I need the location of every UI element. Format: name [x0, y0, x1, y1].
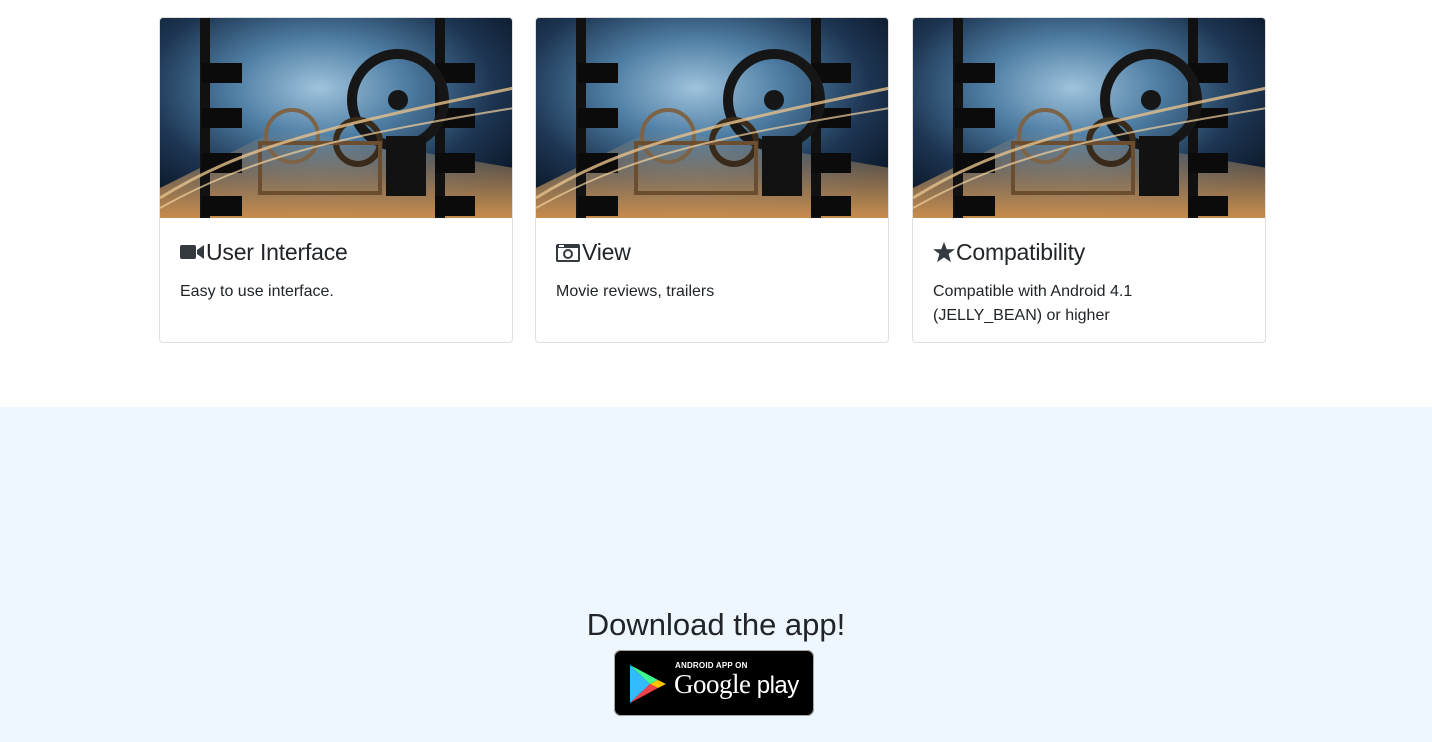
card-body: Compatibility Compatible with Android 4.… [913, 218, 1265, 342]
card-text: Easy to use interface. [180, 283, 334, 300]
card-title: View [556, 238, 868, 266]
card-text: Movie reviews, trailers [556, 283, 715, 300]
badge-google-text: Google [674, 669, 751, 699]
card-body: View Movie reviews, trailers [536, 218, 888, 324]
card-body: User Interface Easy to use interface. [160, 218, 512, 324]
film-projector-image [536, 18, 888, 218]
card-title-text: View [582, 239, 631, 265]
feature-card-user-interface: User Interface Easy to use interface. [159, 17, 513, 343]
badge-brand-text: Google play [674, 669, 799, 700]
card-title-text: Compatibility [956, 239, 1086, 265]
features-section: User Interface Easy to use interface. Vi… [0, 0, 1432, 407]
feature-card-compatibility: Compatibility Compatible with Android 4.… [912, 17, 1266, 343]
feature-card-view: View Movie reviews, trailers [535, 17, 889, 343]
card-text: Compatible with Android 4.1 (JELLY_BEAN)… [933, 283, 1133, 324]
card-title-text: User Interface [206, 239, 348, 265]
video-camera-icon [180, 240, 206, 264]
google-play-badge-button[interactable]: ANDROID APP ON Google play [614, 650, 814, 716]
film-projector-image [913, 18, 1265, 218]
card-title: User Interface [180, 238, 492, 266]
star-icon [933, 240, 956, 264]
badge-play-text: play [756, 672, 800, 699]
camera-icon [556, 240, 582, 264]
card-title: Compatibility [933, 238, 1245, 266]
google-play-logo-icon [630, 665, 666, 703]
film-projector-image [160, 18, 512, 218]
download-title: Download the app! [586, 607, 846, 642]
